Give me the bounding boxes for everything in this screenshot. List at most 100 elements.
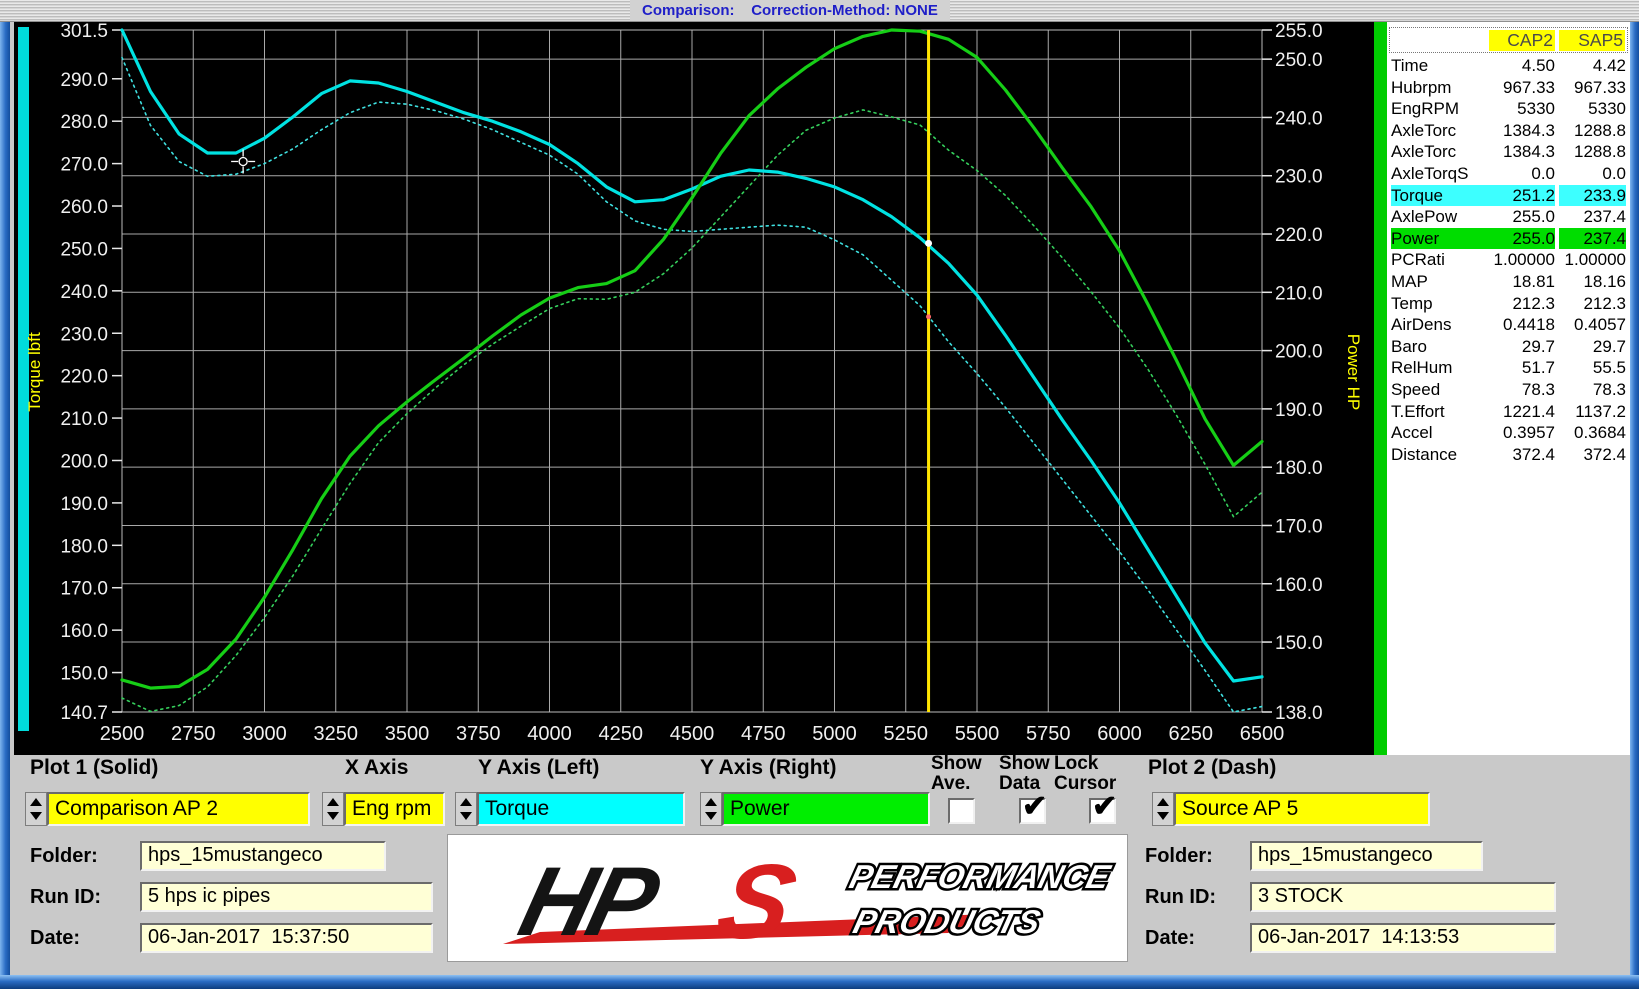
dyno-app-window: Comparison: Correction-Method: NONE 301.…	[0, 0, 1639, 989]
y-axis-right-combo: Power	[700, 792, 930, 826]
left-axis-tick-label: 210.0	[60, 409, 108, 430]
lock-cursor-checkbox[interactable]: ✔	[1089, 798, 1116, 824]
left-axis-tick-label: 270.0	[60, 155, 108, 176]
dyno-chart[interactable]: 301.5290.0280.0270.0260.0250.0240.0230.0…	[14, 22, 1374, 755]
date-field-right[interactable]: 06-Jan-2017 14:13:53	[1250, 923, 1556, 953]
cap2-value: 51.7	[1488, 357, 1555, 379]
left-axis-tick-label: 170.0	[60, 579, 108, 600]
run-id-field-right[interactable]: 3 STOCK	[1250, 882, 1556, 912]
cap2-value: 1.00000	[1488, 249, 1555, 271]
right-axis-tick-label: 190.0	[1275, 400, 1323, 421]
right-axis-tick-label: 150.0	[1275, 633, 1323, 654]
data-panel-header: CAP2 SAP5	[1389, 27, 1628, 53]
table-row: Baro29.729.7	[1387, 336, 1630, 358]
channel-label: Power	[1391, 228, 1488, 250]
channel-label: PCRati	[1391, 249, 1488, 271]
x-axis-tick-label: 4750	[741, 723, 786, 745]
date-field-left[interactable]: 06-Jan-2017 15:37:50	[140, 923, 433, 953]
cap2-value: 255.0	[1488, 206, 1555, 228]
left-axis-tick-label: 220.0	[60, 367, 108, 388]
left-axis-tick-label: 180.0	[60, 536, 108, 557]
chart-area: 301.5290.0280.0270.0260.0250.0240.0230.0…	[14, 22, 1374, 755]
x-axis-select[interactable]: Eng rpm	[344, 792, 445, 826]
y-axis-left-select[interactable]: Torque	[477, 792, 685, 826]
plot2-header: Plot 2 (Dash)	[1148, 756, 1276, 780]
channel-label: Baro	[1391, 336, 1488, 358]
up-arrow-icon	[1157, 798, 1169, 806]
y-axis-right-select[interactable]: Power	[722, 792, 930, 826]
channel-label: RelHum	[1391, 357, 1488, 379]
channel-label: AxleTorqS	[1391, 163, 1488, 185]
titlebar-text: Comparison: Correction-Method: NONE	[630, 0, 950, 21]
right-axis-tick-label: 250.0	[1275, 50, 1323, 71]
up-arrow-icon	[705, 798, 717, 806]
cap2-value: 967.33	[1488, 77, 1555, 99]
right-axis-tick-label: 170.0	[1275, 516, 1323, 537]
channel-label: AxlePow	[1391, 206, 1488, 228]
x-axis-tick-label: 5500	[955, 723, 1000, 745]
y-axis-right-spinner[interactable]	[700, 792, 722, 826]
table-row: Hubrpm967.33967.33	[1387, 77, 1630, 99]
channel-label: Time	[1391, 55, 1488, 77]
right-axis-tick-label: 180.0	[1275, 458, 1323, 479]
cursor-marker-solid	[925, 240, 932, 247]
table-row: RelHum51.755.5	[1387, 357, 1630, 379]
channel-label: EngRPM	[1391, 98, 1488, 120]
table-row: Torque251.2233.9	[1387, 185, 1630, 207]
show-data-checkbox[interactable]: ✔	[1019, 798, 1046, 824]
correction-method-label: Correction-Method: NONE	[751, 2, 938, 19]
column-header-cap2: CAP2	[1489, 30, 1555, 51]
up-arrow-icon	[460, 798, 472, 806]
sap5-value: 0.4057	[1559, 314, 1626, 336]
channel-label: Speed	[1391, 379, 1488, 401]
down-arrow-icon	[327, 812, 339, 820]
table-row: Temp212.3212.3	[1387, 293, 1630, 315]
y-axis-left-header: Y Axis (Left)	[478, 756, 599, 780]
left-axis-tick-label: 280.0	[60, 112, 108, 133]
sap5-value: 237.4	[1559, 206, 1626, 228]
table-row: Distance372.4372.4	[1387, 444, 1630, 466]
right-axis-color-strip	[1374, 22, 1387, 755]
left-axis-tick-label: 290.0	[60, 70, 108, 91]
x-axis-spinner[interactable]	[322, 792, 344, 826]
table-row: Power255.0237.4	[1387, 228, 1630, 250]
cap2-value: 5330	[1488, 98, 1555, 120]
plot1-select[interactable]: Comparison AP 2	[47, 792, 310, 826]
right-axis-tick-label: 138.0	[1275, 703, 1323, 724]
down-arrow-icon	[30, 812, 42, 820]
left-axis-tick-label: 200.0	[60, 451, 108, 472]
lock-cursor-header: Lock Cursor	[1054, 754, 1116, 794]
folder-field-right[interactable]: hps_15mustangeco	[1250, 841, 1483, 871]
cap2-value: 0.3957	[1488, 422, 1555, 444]
data-panel: CAP2 SAP5 Time4.504.42Hubrpm967.33967.33…	[1387, 22, 1630, 755]
run-id-field-left[interactable]: 5 hps ic pipes	[140, 882, 433, 912]
cap2-value: 255.0	[1488, 228, 1555, 250]
cap2-value: 372.4	[1488, 444, 1555, 466]
folder-label-right: Folder:	[1145, 845, 1213, 868]
y-axis-left-spinner[interactable]	[455, 792, 477, 826]
right-axis-tick-label: 230.0	[1275, 167, 1323, 188]
date-label-right: Date:	[1145, 927, 1195, 950]
channel-label: Temp	[1391, 293, 1488, 315]
plot1-header: Plot 1 (Solid)	[30, 756, 158, 780]
sap5-value: 237.4	[1559, 228, 1626, 250]
channel-label: MAP	[1391, 271, 1488, 293]
table-row: Accel0.39570.3684	[1387, 422, 1630, 444]
cursor-crosshair-icon	[239, 157, 247, 165]
plot1-combo: Comparison AP 2	[25, 792, 310, 826]
column-header-sap5: SAP5	[1559, 30, 1625, 51]
table-row: AirDens0.44180.4057	[1387, 314, 1630, 336]
folder-field-left[interactable]: hps_15mustangeco	[140, 841, 386, 871]
x-axis-tick-label: 3250	[314, 723, 359, 745]
plot2-select[interactable]: Source AP 5	[1174, 792, 1430, 826]
show-ave-checkbox[interactable]	[948, 798, 975, 824]
x-axis-tick-label: 3500	[385, 723, 430, 745]
x-axis-tick-label: 6000	[1097, 723, 1142, 745]
table-row: EngRPM53305330	[1387, 98, 1630, 120]
x-axis-tick-label: 6250	[1169, 723, 1214, 745]
plot2-spinner[interactable]	[1152, 792, 1174, 826]
plot1-spinner[interactable]	[25, 792, 47, 826]
table-row: Time4.504.42	[1387, 55, 1630, 77]
x-axis-tick-label: 4250	[599, 723, 644, 745]
sap5-value: 1288.8	[1559, 120, 1626, 142]
